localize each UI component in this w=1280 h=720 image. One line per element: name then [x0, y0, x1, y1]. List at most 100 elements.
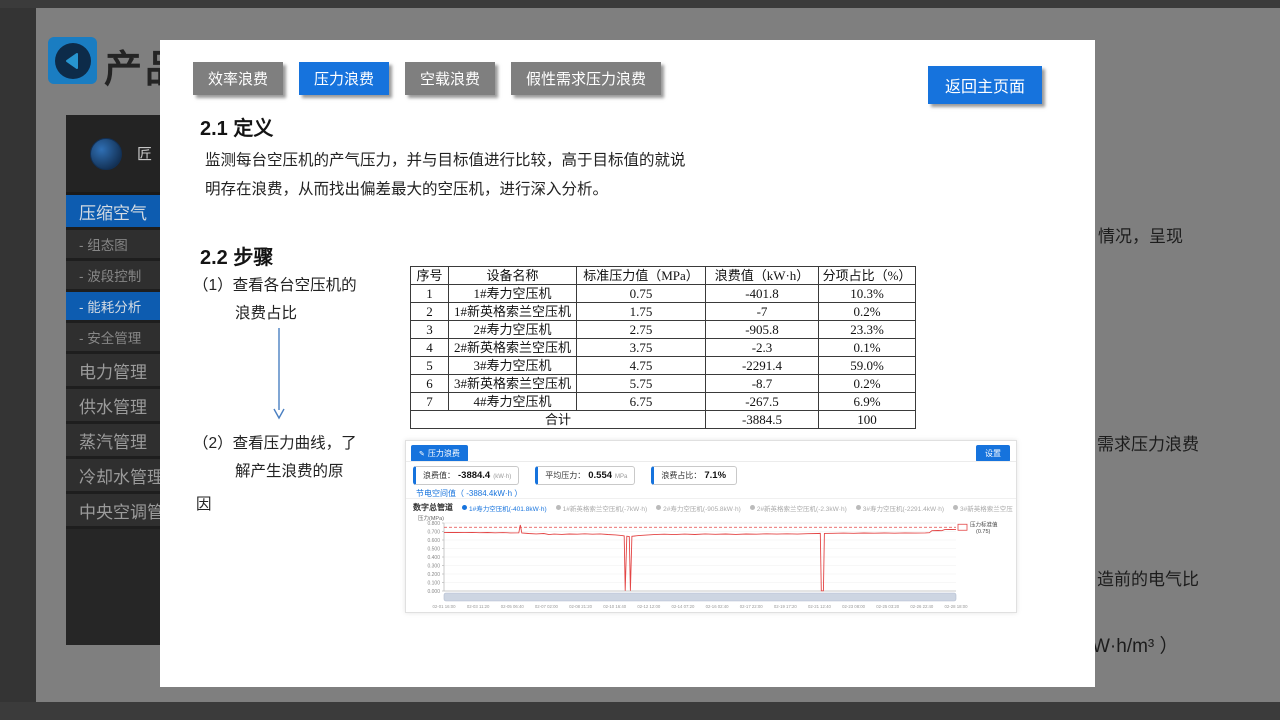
table-cell: 3#寿力空压机 [449, 357, 577, 375]
svg-text:(0.75): (0.75) [976, 529, 991, 535]
stat-unit: (kW·h) [493, 474, 511, 480]
table-row: 11#寿力空压机0.75-401.810.3% [411, 285, 916, 303]
waste-category-tab[interactable]: 假性需求压力浪费 [511, 62, 661, 95]
table-cell: 0.2% [819, 303, 916, 321]
svg-text:02-10 16:40: 02-10 16:40 [603, 604, 627, 609]
stat-value: 0.554 [588, 470, 612, 481]
waste-tab-bar: 效率浪费压力浪费空载浪费假性需求压力浪费 [193, 62, 661, 95]
stat-label: 浪费值： [423, 470, 455, 481]
table-cell: 59.0% [819, 357, 916, 375]
legend-title: 数字总管道 [413, 502, 453, 513]
frame-bottom [0, 702, 1280, 720]
table-cell: 2 [411, 303, 449, 321]
svg-text:02-28 18:00: 02-28 18:00 [945, 604, 969, 609]
table-cell: 0.75 [577, 285, 706, 303]
bg-text-fragment: 需求压力浪费 [1097, 430, 1199, 455]
step1-text: （1）查看各台空压机的 [193, 273, 357, 295]
svg-text:压力标准值: 压力标准值 [970, 520, 998, 528]
dashboard-settings-button[interactable]: 设置 [976, 445, 1010, 462]
svg-text:02-19 17:20: 02-19 17:20 [774, 604, 798, 609]
step2-text: 解产生浪费的原 [235, 459, 344, 481]
svg-text:0.000: 0.000 [427, 589, 440, 595]
table-cell: 7 [411, 393, 449, 411]
stat-box: 平均压力：0.554MPa [535, 466, 635, 485]
table-cell: 4 [411, 339, 449, 357]
legend-item[interactable]: 1#新英格索兰空压机(-7kW·h) [556, 503, 648, 513]
table-cell: -7 [706, 303, 819, 321]
svg-text:02-12 12:00: 02-12 12:00 [637, 604, 661, 609]
table-cell: 3#新英格索兰空压机 [449, 375, 577, 393]
total-label: 合计 [411, 411, 706, 429]
waste-category-tab[interactable]: 空载浪费 [405, 62, 495, 95]
svg-text:02-21 12:40: 02-21 12:40 [808, 604, 832, 609]
svg-text:0.400: 0.400 [427, 555, 440, 561]
legend-item[interactable]: 2#新英格索兰空压机(-2.3kW·h) [750, 503, 847, 513]
table-cell: -905.8 [706, 321, 819, 339]
svg-text:02-16 02:40: 02-16 02:40 [706, 604, 730, 609]
legend-dot-icon [656, 505, 661, 510]
step2-text: 因 [196, 492, 212, 514]
svg-text:02-14 07:20: 02-14 07:20 [671, 604, 695, 609]
table-cell: -2.3 [706, 339, 819, 357]
frame-top [0, 0, 1280, 8]
legend-item[interactable]: 3#新英格索兰空压机(-8.7kW·h) [953, 503, 1013, 513]
stat-unit: MPa [615, 474, 627, 480]
legend-label: 3#寿力空压机(-2291.4kW·h) [863, 503, 944, 513]
table-cell: 4.75 [577, 357, 706, 375]
table-row: 32#寿力空压机2.75-905.823.3% [411, 321, 916, 339]
table-cell: 6.9% [819, 393, 916, 411]
definition-title: 2.1 定义 [200, 112, 273, 141]
waste-category-tab[interactable]: 效率浪费 [193, 62, 283, 95]
chart-legend: 数字总管道 1#寿力空压机(-401.8kW·h) 1#新英格索兰空压机(-7kW… [413, 502, 1013, 513]
back-badge[interactable] [48, 37, 97, 84]
legend-dot-icon [750, 505, 755, 510]
legend-item[interactable]: 2#寿力空压机(-905.8kW·h) [656, 503, 741, 513]
table-cell: 4#寿力空压机 [449, 393, 577, 411]
return-home-button[interactable]: 返回主页面 [928, 66, 1042, 104]
bg-text-fragment: 情况，呈现 [1098, 222, 1183, 247]
table-header-cell: 标准压力值（MPa） [577, 267, 706, 285]
table-cell: 1#寿力空压机 [449, 285, 577, 303]
table-cell: 1 [411, 285, 449, 303]
dashboard-tab[interactable]: ✎ 压力浪费 [411, 445, 468, 462]
svg-text:02-17 22:00: 02-17 22:00 [740, 604, 764, 609]
table-header-cell: 分项占比（%） [819, 267, 916, 285]
step2-text: （2）查看压力曲线，了 [193, 431, 357, 453]
app-logo-icon [90, 138, 122, 170]
step1-text: 浪费占比 [235, 301, 297, 323]
svg-text:02-01 16:00: 02-01 16:00 [433, 604, 457, 609]
dashboard-tab-label: 压力浪费 [428, 448, 460, 459]
frame-left [0, 8, 36, 702]
waste-category-tab[interactable]: 压力浪费 [299, 62, 389, 95]
table-row: 21#新英格索兰空压机1.75-70.2% [411, 303, 916, 321]
stat-box: 浪费值：-3884.4(kW·h) [413, 466, 519, 485]
legend-label: 3#新英格索兰空压机(-8.7kW·h) [960, 503, 1013, 513]
divider [406, 461, 1016, 462]
svg-text:02-03 11:20: 02-03 11:20 [467, 604, 490, 609]
table-cell: 3.75 [577, 339, 706, 357]
svg-text:02-26 22:40: 02-26 22:40 [910, 604, 934, 609]
stat-label: 平均压力： [545, 470, 585, 481]
svg-text:0.500: 0.500 [427, 547, 440, 553]
stat-value: -3884.4 [458, 470, 490, 481]
table-cell: 2#新英格索兰空压机 [449, 339, 577, 357]
svg-text:0.800: 0.800 [427, 521, 440, 527]
definition-body: 监测每台空压机的产气压力，并与目标值进行比较，高于目标值的就说 明存在浪费，从而… [205, 146, 686, 204]
table-cell: 5.75 [577, 375, 706, 393]
svg-text:02-07 02:00: 02-07 02:00 [535, 604, 559, 609]
svg-text:0.100: 0.100 [427, 581, 440, 587]
table-cell: 5 [411, 357, 449, 375]
table-cell: 23.3% [819, 321, 916, 339]
legend-item[interactable]: 1#寿力空压机(-401.8kW·h) [462, 503, 547, 513]
pencil-icon: ✎ [419, 450, 425, 458]
down-arrow-icon [272, 328, 286, 425]
table-cell: 3 [411, 321, 449, 339]
table-row: 63#新英格索兰空压机5.75-8.70.2% [411, 375, 916, 393]
bg-text-fragment: W·h/m³ ） [1092, 631, 1179, 658]
table-cell: 2.75 [577, 321, 706, 339]
legend-item[interactable]: 3#寿力空压机(-2291.4kW·h) [856, 503, 944, 513]
table-row: 53#寿力空压机4.75-2291.459.0% [411, 357, 916, 375]
svg-text:0.600: 0.600 [427, 538, 440, 544]
stat-value: 7.1% [704, 470, 726, 481]
legend-label: 1#新英格索兰空压机(-7kW·h) [563, 503, 648, 513]
